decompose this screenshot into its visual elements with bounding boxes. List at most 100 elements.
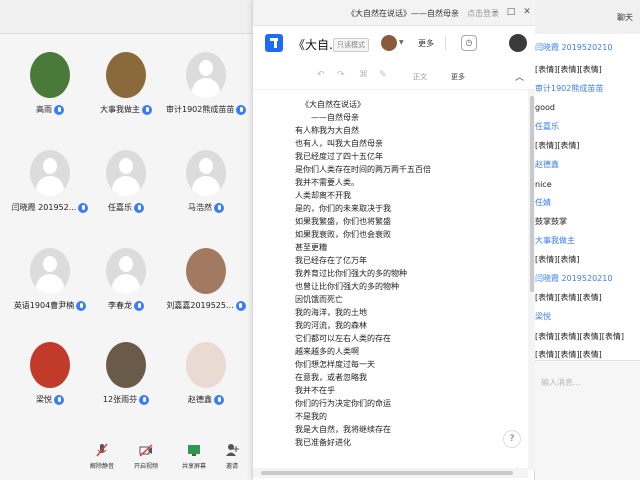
participant-avatar xyxy=(30,52,70,98)
participant-tile[interactable]: 英语1904曹尹楠 xyxy=(10,248,90,311)
document-line: 人类却离不开我 xyxy=(295,191,351,200)
participant-tile[interactable]: 马浩然 xyxy=(166,150,246,213)
document-line: 在意我，或者忽略我 xyxy=(295,373,367,382)
participant-tile[interactable]: 梁悦 xyxy=(10,342,90,405)
chat-input[interactable]: 输入消息... xyxy=(535,360,640,480)
participant-avatar xyxy=(30,150,70,196)
mic-icon xyxy=(76,300,87,311)
user-avatar[interactable] xyxy=(509,34,527,52)
participant-name-row: 大事我做主 xyxy=(86,104,166,115)
vertical-scrollbar-thumb[interactable] xyxy=(530,96,534,292)
document-line: 我的河流，我的森林 xyxy=(295,321,367,330)
document-line: 我已经度过了四十五亿年 xyxy=(295,152,383,161)
participant-avatar xyxy=(106,248,146,294)
document-line: 因饥饿而死亡 xyxy=(295,295,343,304)
toolbar-more-button[interactable]: 更多 xyxy=(451,72,465,82)
start-video-button[interactable]: 开启视频 xyxy=(126,442,166,470)
participant-tile[interactable]: 任嘉乐 xyxy=(86,150,166,213)
participant-name: 12张雨芬 xyxy=(102,395,138,404)
participant-avatar xyxy=(30,248,70,294)
document-line: 不是我的 xyxy=(295,412,327,421)
document-line: 如果我繁盛，你们也将繁盛 xyxy=(295,217,391,226)
participant-tile[interactable]: 闫晓霞 201952... xyxy=(10,150,90,213)
participant-tile[interactable]: 高雨 xyxy=(10,52,90,115)
divider xyxy=(445,36,446,50)
maximize-icon[interactable]: □ xyxy=(505,6,517,18)
mic-icon xyxy=(139,394,150,405)
format-painter-icon[interactable]: ⌘ xyxy=(359,70,368,80)
more-menu-button[interactable]: 更多 xyxy=(418,38,434,49)
participant-name: 审计1902熊成苗苗 xyxy=(166,105,235,114)
document-body[interactable]: 《大自然在说话》 ——自然母亲 有人称我为大自然 也有人，叫我大自然母亲 我已经度过了四… xyxy=(253,90,528,462)
participant-avatar xyxy=(186,248,226,294)
participant-name-row: 审计1902熊成苗苗 xyxy=(166,104,246,115)
mic-icon xyxy=(134,202,144,213)
participant-name: 大事我做主 xyxy=(100,105,140,114)
document-line: 甚至更糟 xyxy=(295,243,327,252)
mic-icon xyxy=(134,300,144,311)
participant-avatar xyxy=(30,342,70,388)
minimize-icon[interactable]: – xyxy=(489,6,501,18)
participant-name-row: 任嘉乐 xyxy=(86,202,166,213)
chat-panel: 聊天 闫晓霞 2019520210 [表情][表情][表情] 审计1902熊成苗苗 g… xyxy=(535,0,640,480)
mic-off-icon xyxy=(96,443,108,457)
history-icon[interactable]: ◷ xyxy=(461,35,477,51)
paragraph-style-select[interactable]: 正文 xyxy=(413,72,427,82)
readonly-badge: 只读模式 xyxy=(333,38,369,52)
chat-message-text: [表情][表情][表情] xyxy=(535,293,602,302)
horizontal-scrollbar-thumb[interactable] xyxy=(261,471,513,475)
invite-button[interactable]: 邀请 xyxy=(212,442,252,470)
help-button[interactable]: ? xyxy=(503,430,521,448)
participant-tile[interactable]: 刘嘉嘉2019525... xyxy=(166,248,246,311)
clear-format-icon[interactable]: ✎ xyxy=(379,70,387,80)
participant-name: 任嘉乐 xyxy=(108,203,132,212)
document-line: 我养育过比你们强大的多的物种 xyxy=(295,269,407,278)
document-line: 我是大自然，我将继续存在 xyxy=(295,425,391,434)
collapse-toolbar-icon[interactable]: ︿ xyxy=(515,70,524,83)
participant-tile[interactable]: 李春龙 xyxy=(86,248,166,311)
chat-sender-name: 赵德鑫 xyxy=(535,160,559,169)
mic-icon xyxy=(142,104,152,115)
close-icon[interactable]: ✕ xyxy=(521,6,533,18)
document-line: 如果我衰败，你们也会衰败 xyxy=(295,230,391,239)
document-header: 《大自... 只读模式 ▼ 更多 ◷ xyxy=(253,26,536,62)
document-line: 我的海洋，我的土地 xyxy=(295,308,367,317)
participant-tile[interactable]: 12张雨芬 xyxy=(86,342,166,405)
participant-name-row: 梁悦 xyxy=(10,394,90,405)
doc-app-logo-icon[interactable] xyxy=(265,34,283,52)
share-screen-button[interactable]: 共享屏幕 xyxy=(174,442,214,470)
participant-tile[interactable]: 大事我做主 xyxy=(86,52,166,115)
meeting-topbar xyxy=(0,0,252,34)
chevron-down-icon[interactable]: ▼ xyxy=(399,39,404,46)
participant-name: 赵德鑫 xyxy=(188,395,212,404)
mic-icon xyxy=(235,300,246,311)
document-line: 它们都可以左右人类的存在 xyxy=(295,334,391,343)
document-line: 《大自然在说话》 xyxy=(301,100,365,109)
meeting-toolbar: 解除静音 开启视频 共享屏幕 邀请 xyxy=(0,436,252,480)
chat-sender-name: 任嘉乐 xyxy=(535,122,559,131)
document-line: 也有人，叫我大自然母亲 xyxy=(295,139,383,148)
chat-header-title: 聊天 xyxy=(617,13,633,22)
horizontal-scrollbar[interactable] xyxy=(253,468,528,478)
participant-name-row: 赵德鑫 xyxy=(166,394,246,405)
collaborator-avatar[interactable] xyxy=(381,35,397,51)
participant-tile[interactable]: 审计1902熊成苗苗 xyxy=(166,52,246,115)
document-line: 是你们人类存在时间的两万两千五百倍 xyxy=(295,165,431,174)
chat-message-text: 鼓掌鼓掌 xyxy=(535,217,567,226)
chat-message-text: [表情][表情][表情][表情] xyxy=(535,332,624,341)
participant-name: 闫晓霞 201952... xyxy=(11,203,77,212)
chat-message-text: good xyxy=(535,103,555,112)
participant-tile[interactable]: 赵德鑫 xyxy=(166,342,246,405)
video-off-icon xyxy=(139,444,153,457)
participant-avatar xyxy=(106,52,146,98)
participant-name: 梁悦 xyxy=(36,395,52,404)
document-line: 我已准备好进化 xyxy=(295,438,351,447)
unmute-button[interactable]: 解除静音 xyxy=(82,442,122,470)
redo-icon[interactable]: ↷ xyxy=(337,70,345,80)
share-screen-icon xyxy=(188,445,200,456)
invite-label: 邀请 xyxy=(225,463,238,470)
participant-name-row: 12张雨芬 xyxy=(86,394,166,405)
participant-avatar xyxy=(106,342,146,388)
chat-message-text: [表情][表情][表情] xyxy=(535,65,602,74)
undo-icon[interactable]: ↶ xyxy=(317,70,325,80)
